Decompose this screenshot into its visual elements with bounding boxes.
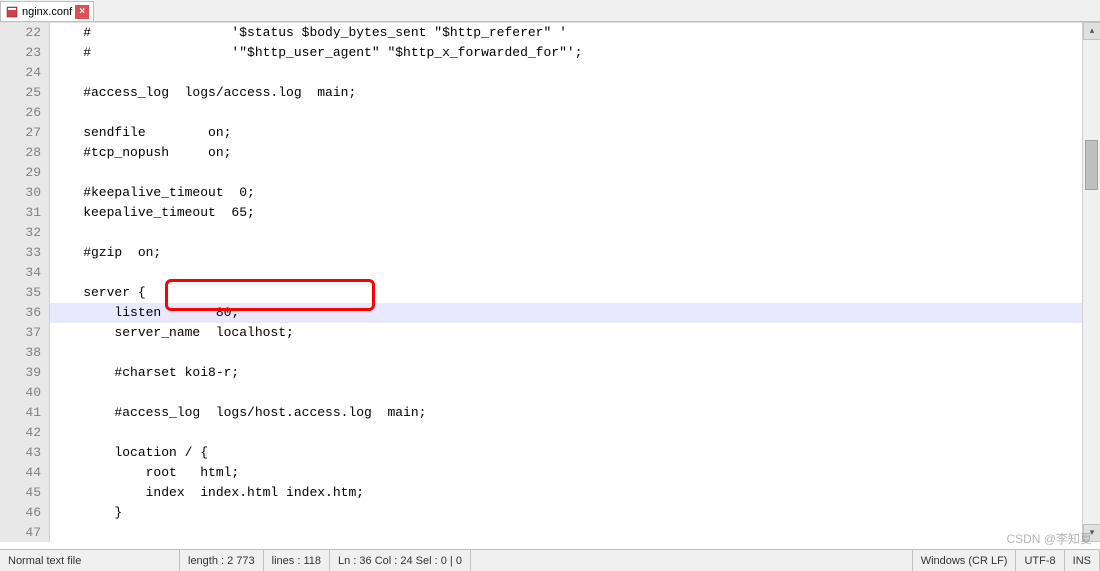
line-number: 40 (0, 383, 41, 403)
line-number: 28 (0, 143, 41, 163)
line-number: 47 (0, 523, 41, 543)
line-number: 30 (0, 183, 41, 203)
line-number: 27 (0, 123, 41, 143)
status-position: Ln : 36 Col : 24 Sel : 0 | 0 (330, 550, 471, 571)
line-number: 38 (0, 343, 41, 363)
code-line[interactable]: #access_log logs/host.access.log main; (50, 403, 1100, 423)
line-number: 33 (0, 243, 41, 263)
line-number: 36 (0, 303, 41, 323)
code-line[interactable] (50, 383, 1100, 403)
line-number: 43 (0, 443, 41, 463)
line-number: 32 (0, 223, 41, 243)
tab-filename: nginx.conf (22, 6, 72, 18)
file-tab[interactable]: nginx.conf × (0, 1, 94, 21)
line-number: 41 (0, 403, 41, 423)
scrollbar-track[interactable] (1083, 40, 1100, 524)
line-number: 34 (0, 263, 41, 283)
code-line[interactable]: listen 80; (50, 303, 1100, 323)
line-number: 25 (0, 83, 41, 103)
status-lines: lines : 118 (264, 550, 330, 571)
status-mode: INS (1065, 550, 1100, 571)
code-line[interactable] (50, 163, 1100, 183)
code-line[interactable]: #keepalive_timeout 0; (50, 183, 1100, 203)
line-number: 29 (0, 163, 41, 183)
code-line[interactable]: server_name localhost; (50, 323, 1100, 343)
code-area[interactable]: # '$status $body_bytes_sent "$http_refer… (50, 23, 1100, 542)
code-line[interactable] (50, 223, 1100, 243)
status-filetype: Normal text file (0, 550, 180, 571)
code-line[interactable] (50, 263, 1100, 283)
code-line[interactable]: # '$status $body_bytes_sent "$http_refer… (50, 23, 1100, 43)
line-number-gutter: 2223242526272829303132333435363738394041… (0, 23, 50, 542)
code-line[interactable]: keepalive_timeout 65; (50, 203, 1100, 223)
vertical-scrollbar[interactable]: ▴ ▾ (1082, 22, 1100, 542)
code-line[interactable]: sendfile on; (50, 123, 1100, 143)
line-number: 44 (0, 463, 41, 483)
scroll-down-arrow-icon[interactable]: ▾ (1083, 524, 1100, 542)
code-line[interactable]: index index.html index.htm; (50, 483, 1100, 503)
tab-bar: nginx.conf × (0, 0, 1100, 22)
code-line[interactable] (50, 343, 1100, 363)
status-length: length : 2 773 (180, 550, 264, 571)
line-number: 26 (0, 103, 41, 123)
line-number: 46 (0, 503, 41, 523)
line-number: 42 (0, 423, 41, 443)
code-line[interactable]: } (50, 503, 1100, 523)
status-eol: Windows (CR LF) (913, 550, 1017, 571)
code-line[interactable]: server { (50, 283, 1100, 303)
close-icon[interactable]: × (75, 5, 89, 19)
line-number: 37 (0, 323, 41, 343)
code-line[interactable]: #access_log logs/access.log main; (50, 83, 1100, 103)
code-line[interactable] (50, 423, 1100, 443)
line-number: 39 (0, 363, 41, 383)
code-line[interactable]: #tcp_nopush on; (50, 143, 1100, 163)
line-number: 31 (0, 203, 41, 223)
code-line[interactable] (50, 523, 1100, 542)
code-line[interactable]: root html; (50, 463, 1100, 483)
code-line[interactable]: # '"$http_user_agent" "$http_x_forwarded… (50, 43, 1100, 63)
line-number: 23 (0, 43, 41, 63)
code-line[interactable]: #charset koi8-r; (50, 363, 1100, 383)
status-bar: Normal text file length : 2 773 lines : … (0, 549, 1100, 571)
editor: 2223242526272829303132333435363738394041… (0, 22, 1100, 542)
code-line[interactable] (50, 103, 1100, 123)
code-line[interactable]: #gzip on; (50, 243, 1100, 263)
code-line[interactable] (50, 63, 1100, 83)
scrollbar-thumb[interactable] (1085, 140, 1098, 190)
line-number: 24 (0, 63, 41, 83)
scroll-up-arrow-icon[interactable]: ▴ (1083, 22, 1100, 40)
code-line[interactable]: location / { (50, 443, 1100, 463)
file-modified-icon (5, 5, 19, 19)
line-number: 35 (0, 283, 41, 303)
status-encoding: UTF-8 (1016, 550, 1064, 571)
line-number: 22 (0, 23, 41, 43)
line-number: 45 (0, 483, 41, 503)
